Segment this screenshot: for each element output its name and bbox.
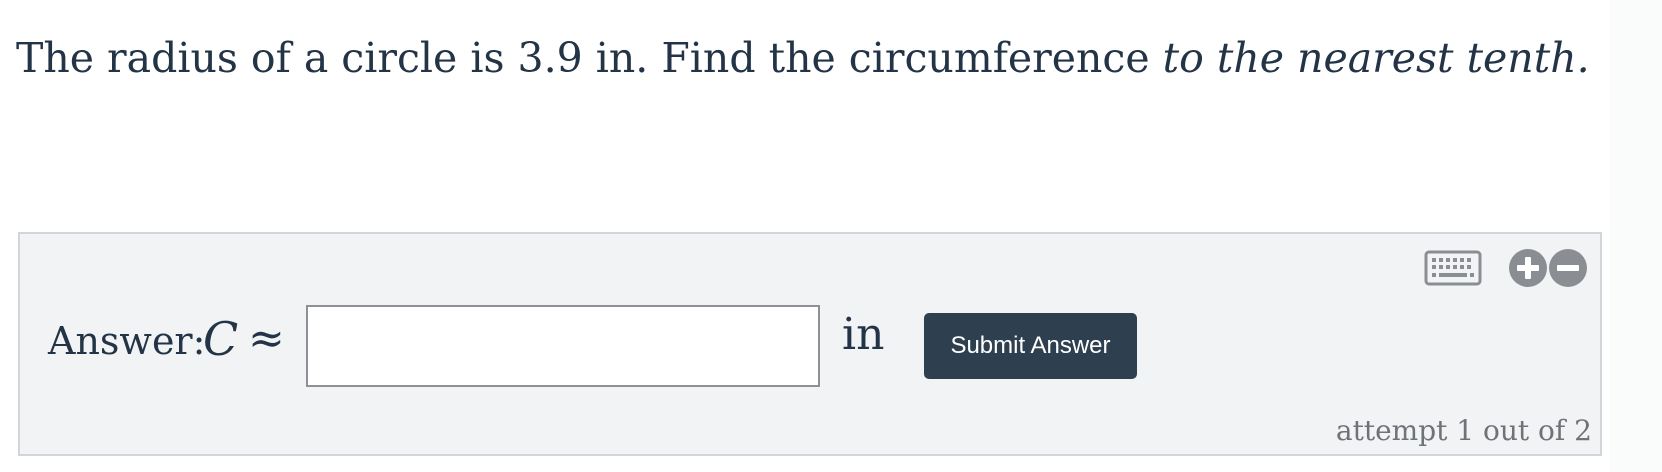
keyboard-icon[interactable] (1424, 250, 1482, 286)
answer-variable: C (203, 312, 239, 366)
approx-symbol: ≈ (248, 313, 285, 364)
problem-content: The radius of a circle is 3.9 in. Find t… (0, 0, 1610, 472)
question-text: The radius of a circle is 3.9 in. Find t… (16, 32, 1590, 84)
minus-circle-icon[interactable] (1548, 248, 1588, 288)
answer-input[interactable] (306, 305, 820, 387)
plus-circle-icon[interactable] (1508, 248, 1548, 288)
question-main: The radius of a circle is 3.9 in. Find t… (16, 34, 1163, 82)
submit-answer-button[interactable]: Submit Answer (924, 313, 1137, 379)
answer-label: Answer: (48, 319, 206, 363)
answer-panel: Answer: C ≈ in Submit Answer attempt 1 o… (18, 232, 1602, 456)
question-emphasis: to the nearest tenth. (1162, 34, 1590, 82)
attempt-counter: attempt 1 out of 2 (1335, 414, 1592, 447)
answer-unit: in (842, 309, 885, 360)
